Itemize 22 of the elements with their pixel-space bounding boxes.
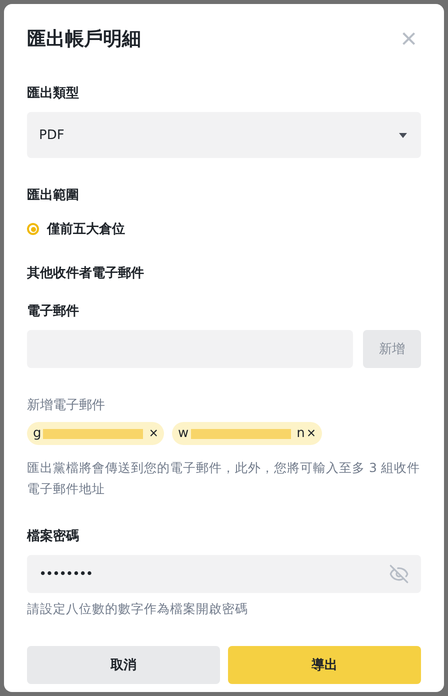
dialog-title: 匯出帳戶明細 [27, 27, 141, 52]
radio-button[interactable] [27, 223, 39, 235]
radio-label: 僅前五大倉位 [47, 221, 125, 238]
field-label: 匯出類型 [27, 85, 80, 102]
remove-chip-button[interactable]: × [149, 426, 158, 441]
email-text: n [296, 426, 305, 441]
helper-text: 匯出黨檔將會傳送到您的電子郵件，此外，您將可輸入至多 3 組收件電子郵件地址 [27, 459, 421, 498]
export-type-select[interactable]: PDF [27, 112, 421, 158]
email-text: w [178, 426, 189, 441]
caret-icon [399, 132, 407, 138]
added-emails-label: 新增電子郵件 [27, 397, 106, 414]
password-hint: 請設定八位數的數字作為檔案開啟密碼 [27, 601, 249, 618]
email-text: g [33, 426, 42, 441]
field-label: 檔案密碼 [27, 528, 80, 545]
cancel-button[interactable]: 取消 [27, 646, 220, 684]
field-label: 電子郵件 [27, 303, 80, 320]
password-field[interactable]: •••••••• [27, 555, 421, 593]
section-heading: 其他收件者電子郵件 [27, 265, 145, 282]
remove-chip-button[interactable]: × [306, 426, 316, 441]
field-label: 匯出範圍 [27, 187, 80, 204]
eye-off-icon[interactable] [389, 564, 409, 584]
export-button[interactable]: 導出 [228, 646, 421, 684]
